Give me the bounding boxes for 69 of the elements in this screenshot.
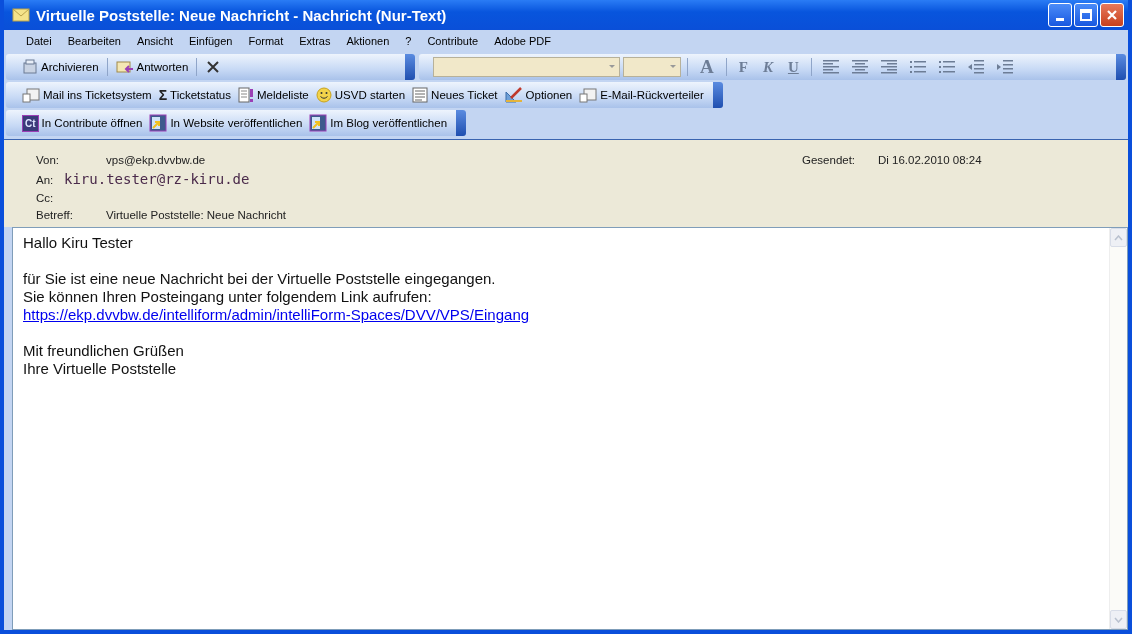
closing-text: Ihre Virtuelle Poststelle <box>23 360 178 378</box>
menu-item[interactable]: Bearbeiten <box>67 35 121 47</box>
menu-item[interactable]: Einfügen <box>189 35 233 47</box>
mail-document-icon <box>22 87 40 103</box>
greeting-text: Hallo Kiru Tester <box>23 234 134 252</box>
recipient-address: kiru.tester@rz-kiru.de <box>64 171 250 187</box>
toolbar-button[interactable]: USVD starten <box>313 86 408 104</box>
toolbar-button[interactable]: Mail ins Ticketsystem <box>20 86 154 104</box>
toolbar-options-button[interactable] <box>456 110 467 136</box>
field-label: Von: <box>36 154 61 166</box>
ruler-pencil-icon <box>504 87 523 103</box>
document-icon <box>238 87 254 103</box>
list-icon[interactable] <box>937 60 956 74</box>
toolbar-button[interactable]: Im Blog veröffentlichen <box>307 113 450 133</box>
toolbar-button[interactable]: Neues Ticket <box>410 86 500 104</box>
toolbar-button[interactable]: Archivieren <box>20 58 101 76</box>
maximize-icon <box>1080 9 1092 21</box>
minimize-icon <box>1056 17 1064 21</box>
contribute-logo: Ct <box>22 114 39 132</box>
field-label: Cc: <box>36 192 55 204</box>
menu-item[interactable]: Ansicht <box>136 35 173 47</box>
menu-item[interactable]: Aktionen <box>346 35 390 47</box>
field-label: An: <box>36 174 55 186</box>
list-icon[interactable] <box>908 60 927 74</box>
close-icon <box>1106 9 1118 21</box>
mail-document-icon <box>579 87 598 103</box>
menu-item[interactable]: Datei <box>26 35 52 47</box>
align-icon[interactable] <box>821 60 840 74</box>
toolbar-button[interactable]: Optionen <box>502 86 575 104</box>
indent-icon[interactable] <box>966 60 985 74</box>
smiley-icon <box>315 87 332 103</box>
publish-page-icon <box>309 114 328 132</box>
reply-envelope-icon <box>115 59 134 75</box>
body-text: für Sie ist eine neue Nachricht bei der Virtuelle Poststelle eingegangen. <box>23 270 497 288</box>
text-document-icon <box>412 87 429 103</box>
menu-item[interactable]: Format <box>248 35 284 47</box>
closing-text: Mit freundlichen Grüßen <box>23 342 185 360</box>
toolbar-button[interactable]: Meldeliste <box>236 86 311 104</box>
sender-address: vps@ekp.dvvbw.de <box>106 154 206 166</box>
toolbar-button[interactable]: Ct In Contribute öffnen <box>20 113 145 133</box>
menu-item[interactable]: Adobe PDF <box>494 35 552 47</box>
inbox-link[interactable]: https://ekp.dvvbw.de/intelliform/admin/intelliForm-Spaces/DVV/VPS/Eingang <box>23 306 530 323</box>
subject-text: Virtuelle Poststelle: Neue Nachricht <box>106 209 287 221</box>
menu-item[interactable]: ? <box>405 35 412 47</box>
menu-item[interactable]: Contribute <box>427 35 479 47</box>
sigma-symbol: Σ <box>158 87 168 103</box>
toolbar-button[interactable]: Σ Ticketstatus <box>156 86 233 104</box>
font-size-field[interactable] <box>623 57 681 77</box>
window-title: Virtuelle Poststelle: Neue Nachricht - Nachricht (Nur-Text) <box>36 6 447 24</box>
indent-icon[interactable] <box>995 60 1014 74</box>
toolbar-button[interactable]: E-Mail-Rückverteiler <box>577 86 706 104</box>
delete-icon <box>205 59 222 75</box>
align-icon[interactable] <box>850 60 869 74</box>
maximize-button[interactable] <box>1074 3 1098 27</box>
envelope-icon <box>12 8 30 22</box>
align-icon[interactable] <box>879 60 898 74</box>
toolbar-button[interactable]: In Website veröffentlichen <box>147 113 305 133</box>
field-label: Gesendet: <box>802 154 857 166</box>
close-button[interactable] <box>1100 3 1124 27</box>
sent-date: Di 16.02.2010 08:24 <box>878 154 983 166</box>
minimize-button[interactable] <box>1048 3 1072 27</box>
toolbar-options-button[interactable] <box>712 82 723 108</box>
toolbar-button[interactable]: Antworten <box>113 58 191 76</box>
field-label: Betreff: <box>36 209 74 221</box>
body-text: Sie können Ihren Posteingang unter folgendem Link aufrufen: <box>23 288 433 306</box>
font-name-field[interactable] <box>433 57 620 77</box>
menu-item[interactable]: Extras <box>299 35 331 47</box>
archive-icon <box>22 59 38 75</box>
publish-page-icon <box>149 114 168 132</box>
